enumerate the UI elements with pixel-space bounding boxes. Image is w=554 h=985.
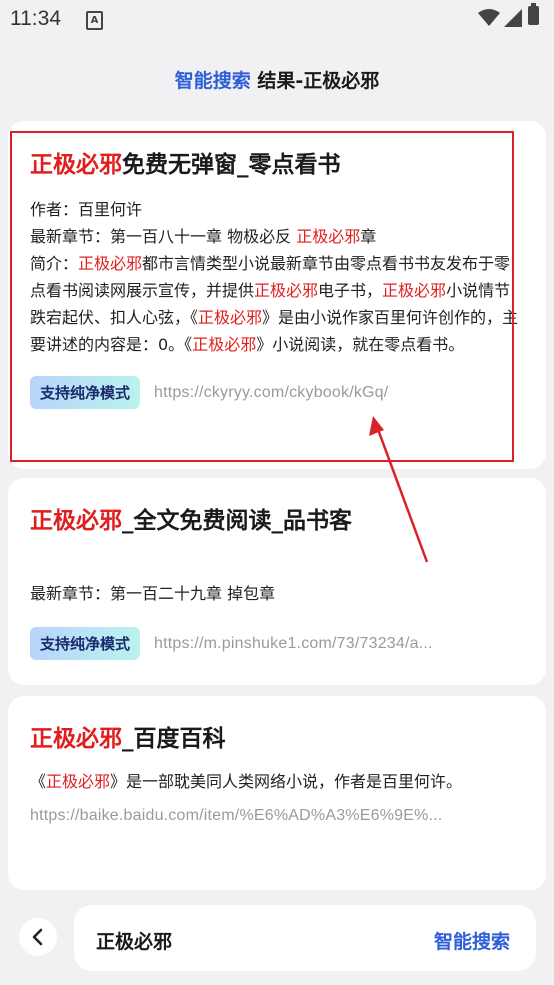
tag-row: 支持纯净模式 https://ckyryy.com/ckybook/kGq/: [30, 376, 524, 409]
status-time: 11:34: [10, 7, 61, 30]
signal-icon: [504, 9, 522, 27]
author-line: 作者：百里何许: [30, 200, 143, 219]
summary: 简介：正极必邪都市言情类型小说最新章节由零点看书书友发布于零点看书阅读网展示宣传…: [30, 250, 524, 358]
latest-highlight: 正极必邪: [296, 227, 361, 246]
summary-part: 》小说阅读，就在零点看书。: [256, 335, 465, 354]
page-title: 智能搜索 结果-正极必邪: [0, 66, 554, 93]
battery-icon: [528, 3, 539, 25]
result-title[interactable]: 正极必邪免费无弹窗_零点看书: [30, 150, 524, 180]
title-highlight: 正极必邪: [30, 152, 122, 178]
summary-part: 电子书，: [318, 281, 383, 300]
desc-part: 》是一部耽美同人类网络小说，作者是百里何许。: [110, 772, 463, 791]
result-title[interactable]: 正极必邪_全文免费阅读_品书客: [30, 506, 524, 536]
title-highlight: 正极必邪: [30, 726, 122, 752]
smart-search-button[interactable]: 智能搜索: [434, 927, 510, 954]
header-brand: 智能搜索: [174, 70, 251, 92]
result-url[interactable]: https://baike.baidu.com/item/%E6%AD%A3%E…: [30, 807, 524, 825]
summary-highlight: 正极必邪: [382, 281, 447, 300]
back-button[interactable]: [19, 918, 57, 956]
result-title[interactable]: 正极必邪_百度百科: [30, 724, 524, 754]
gesture-bar: [0, 975, 554, 985]
title-rest: _全文免费阅读_品书客: [122, 508, 352, 534]
wifi-icon: [478, 9, 500, 26]
summary-highlight: 正极必邪: [198, 308, 263, 327]
search-bar[interactable]: 正极必邪 智能搜索: [74, 905, 536, 971]
search-input[interactable]: 正极必邪: [96, 927, 172, 954]
result-card-2[interactable]: 正极必邪_全文免费阅读_品书客 最新章节：第一百二十九章 掉包章 支持纯净模式 …: [8, 478, 546, 685]
title-rest: _百度百科: [122, 726, 226, 752]
result-description: 《正极必邪》是一部耽美同人类网络小说，作者是百里何许。: [30, 768, 524, 795]
summary-highlight: 正极必邪: [254, 281, 319, 300]
title-highlight: 正极必邪: [30, 508, 122, 534]
tag-row: 支持纯净模式 https://m.pinshuke1.com/73/73234/…: [30, 627, 524, 660]
summary-part: 简介：: [30, 254, 79, 273]
result-url[interactable]: https://ckyryy.com/ckybook/kGq/: [154, 384, 388, 402]
title-rest: 免费无弹窗_零点看书: [122, 152, 341, 178]
result-card-1[interactable]: 正极必邪免费无弹窗_零点看书 作者：百里何许 最新章节：第一百八十一章 物极必反…: [8, 121, 546, 469]
result-url[interactable]: https://m.pinshuke1.com/73/73234/a...: [154, 635, 433, 653]
desc-highlight: 正极必邪: [46, 772, 111, 791]
pure-mode-badge[interactable]: 支持纯净模式: [30, 376, 141, 409]
latest-suffix: 章: [360, 227, 377, 246]
header-title: 结果-正极必邪: [250, 70, 380, 92]
latest-chapter: 最新章节：第一百二十九章 掉包章: [30, 584, 276, 603]
notification-icon: A: [86, 11, 103, 30]
summary-highlight: 正极必邪: [192, 335, 257, 354]
pure-mode-badge[interactable]: 支持纯净模式: [30, 627, 141, 660]
latest-prefix: 最新章节：第一百八十一章 物极必反: [30, 227, 297, 246]
result-card-3[interactable]: 正极必邪_百度百科 《正极必邪》是一部耽美同人类网络小说，作者是百里何许。 ht…: [8, 696, 546, 890]
chevron-left-icon: [32, 928, 43, 946]
latest-chapter: 最新章节：第一百八十一章 物极必反 正极必邪章: [30, 223, 524, 250]
summary-highlight: 正极必邪: [78, 254, 143, 273]
status-bar: 11:34 A: [0, 0, 554, 40]
desc-part: 《: [30, 772, 47, 791]
